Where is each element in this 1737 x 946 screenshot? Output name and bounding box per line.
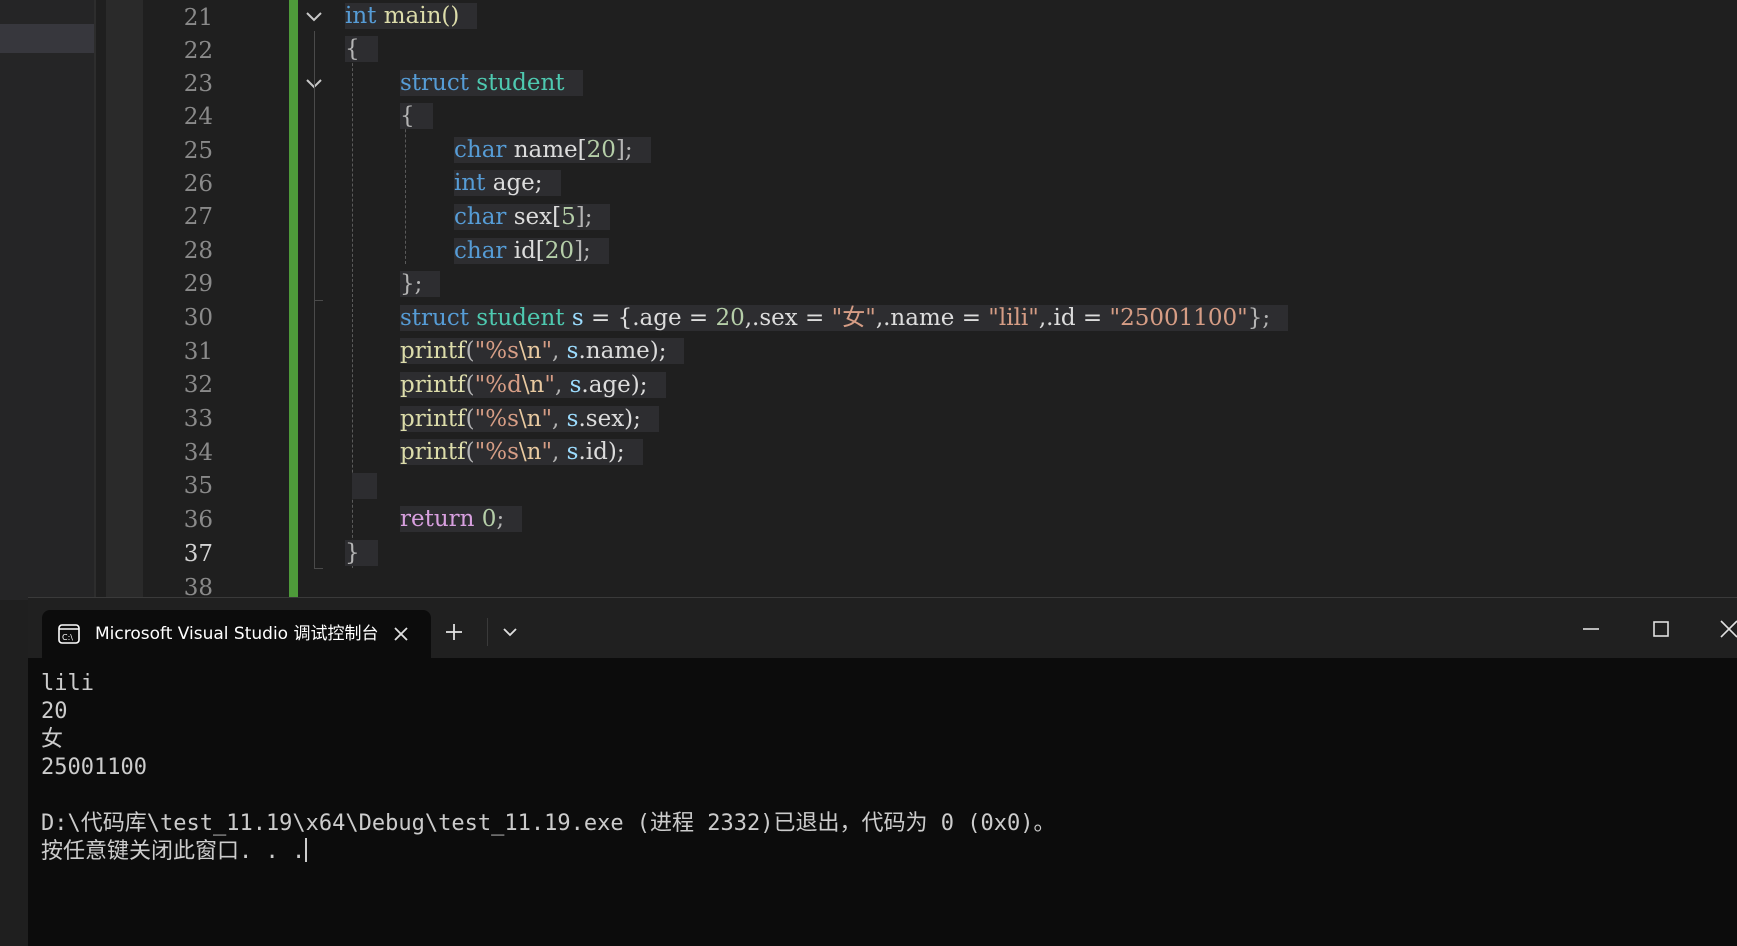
solution-explorer-pane [0,0,96,600]
line-number: 22 [183,38,213,64]
line-number: 25 [183,138,213,164]
output-line: 女 [41,727,64,752]
code-line-28[interactable]: char id[20]; [454,235,609,268]
code-line-36[interactable]: return 0; [400,503,523,536]
prompt-text: 按任意键关闭此窗口. . . [41,839,306,864]
outline-guide-end [314,300,323,301]
code-line-26[interactable]: int age; [454,167,561,200]
output-line-prompt: 按任意键关闭此窗口. . . [41,838,1721,866]
terminal-tab[interactable]: C:\ Microsoft Visual Studio 调试控制台 [42,610,431,658]
code-line-30[interactable]: struct student s = {.age = 20,.sex = "女"… [400,302,1289,335]
line-number-gutter: 21 22 23 24 25 26 27 28 29 30 31 32 33 3… [143,0,322,600]
code-line-31[interactable]: printf("%s\n", s.name); [400,335,685,368]
line-number: 36 [183,507,213,533]
tab-title: Microsoft Visual Studio 调试控制台 [95,624,379,644]
line-number: 24 [183,104,213,130]
line-number: 35 [183,473,213,499]
output-line: lili [41,671,94,696]
change-tracking-bar [289,0,298,600]
code-editor[interactable]: 21 22 23 24 25 26 27 28 29 30 31 32 33 3… [0,0,1737,600]
debug-console-window[interactable]: C:\ Microsoft Visual Studio 调试控制台 lili 20 [28,597,1737,946]
outline-guide [314,98,315,300]
close-icon[interactable] [390,623,412,645]
line-number: 31 [183,339,213,365]
output-line: 25001100 [41,755,147,780]
code-line-21[interactable]: int main() [345,0,478,33]
code-line-23[interactable]: struct student [400,67,583,100]
code-line-22[interactable]: { [345,33,378,66]
code-line-35[interactable] [352,470,378,503]
close-icon[interactable] [1712,612,1737,646]
line-number: 33 [183,406,213,432]
pane-splitter[interactable] [94,0,96,600]
line-number: 21 [183,5,213,31]
line-number: 29 [183,271,213,297]
indicator-margin [106,0,143,600]
line-number: 27 [183,204,213,230]
chevron-down-icon[interactable] [303,6,325,28]
code-line-32[interactable]: printf("%d\n", s.age); [400,369,666,402]
line-number: 38 [183,575,213,600]
code-line-24[interactable]: { [400,100,433,133]
plus-icon[interactable] [442,620,466,644]
svg-text:C:\: C:\ [62,633,73,642]
text-cursor [305,838,308,862]
line-number: 34 [183,440,213,466]
console-icon: C:\ [58,624,80,644]
code-line-27[interactable]: char sex[5]; [454,201,611,234]
code-line-29[interactable]: }; [400,268,441,301]
terminal-title-bar[interactable]: C:\ Microsoft Visual Studio 调试控制台 [28,598,1737,658]
line-number-active: 37 [183,541,213,567]
line-number: 23 [183,71,213,97]
outline-guide-end [314,568,323,569]
code-line-25[interactable]: char name[20]; [454,134,651,167]
line-number: 28 [183,238,213,264]
toolbar-separator [487,618,488,646]
maximize-icon[interactable] [1644,612,1678,646]
code-line-33[interactable]: printf("%s\n", s.sex); [400,403,659,436]
line-number: 32 [183,372,213,398]
minimize-icon[interactable] [1574,612,1608,646]
selected-tree-item[interactable] [0,24,94,53]
chevron-down-icon[interactable] [500,622,520,642]
code-line-37[interactable]: } [345,537,378,570]
code-line-34[interactable]: printf("%s\n", s.id); [400,436,643,469]
output-line: D:\代码库\test_11.19\x64\Debug\test_11.19.e… [41,811,1056,836]
output-line: 20 [41,699,68,724]
line-number: 26 [183,171,213,197]
line-number: 30 [183,305,213,331]
console-output[interactable]: lili 20 女 25001100 D:\代码库\test_11.19\x64\Deb… [41,670,1721,930]
